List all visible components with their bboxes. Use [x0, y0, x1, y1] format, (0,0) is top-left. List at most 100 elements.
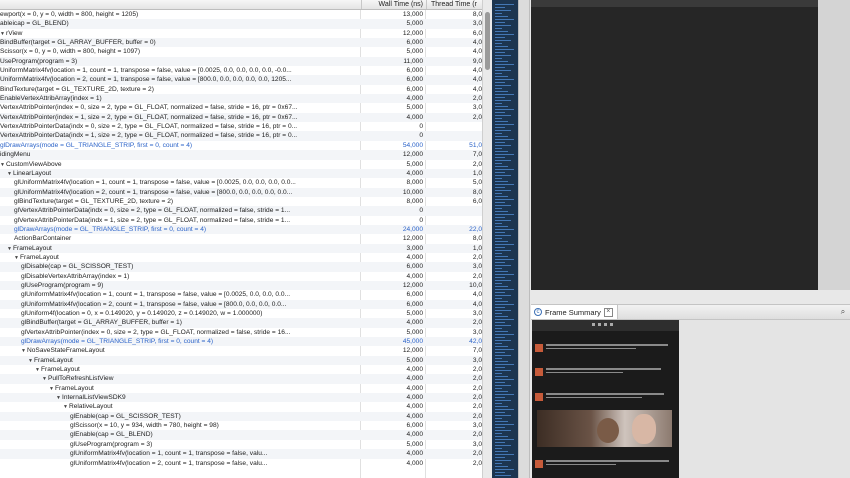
table-row[interactable]: ▼NoSaveStateFrameLayout 12,000 7,0 — [0, 346, 482, 355]
table-row[interactable]: glDrawArrays(mode = GL_TRIANGLE_STRIP, f… — [0, 141, 482, 150]
table-row[interactable]: glUniformMatrix4fv(location = 1, count =… — [0, 290, 482, 299]
minimap-line — [495, 10, 511, 11]
wall-time-column-header[interactable]: Wall Time (ns) — [361, 0, 425, 9]
table-row[interactable]: glVertexAttribPointerData(indx = 1, size… — [0, 216, 482, 225]
table-row[interactable]: VertexAttribPointer(index = 1, size = 2,… — [0, 112, 482, 123]
name-column-header[interactable] — [0, 0, 360, 9]
table-row[interactable]: glEnable(cap = GL_SCISSOR_TEST) 4,000 2,0 — [0, 411, 482, 422]
call-label: glUseProgram(program = 9) — [21, 281, 104, 289]
split-divider[interactable] — [518, 0, 530, 478]
thread-time-column-header[interactable]: Thread Time (r — [426, 0, 482, 9]
wall-time-cell: 45,000 — [402, 338, 423, 346]
call-label: UniformMatrix4fv(location = 2, count = 1… — [0, 76, 292, 84]
table-row[interactable]: glDisableVertexAttribArray(index = 1) 4,0… — [0, 272, 482, 281]
table-row[interactable]: ▼InternalListViewSDK9 4,000 2,0 — [0, 393, 482, 403]
table-row[interactable]: glDisable(cap = GL_SCISSOR_TEST) 6,000 3,0 — [0, 262, 482, 272]
table-row[interactable]: ▼FrameLayout 4,000 2,0 — [0, 253, 482, 262]
call-label: idingMenu — [0, 151, 31, 159]
thread-time-cell: 8,0 — [472, 11, 482, 18]
minimap-line — [495, 184, 514, 185]
call-label: glBindTexture(target = GL_TEXTURE_2D, te… — [14, 197, 174, 205]
minimap-line — [495, 301, 508, 302]
minimap-line — [495, 253, 502, 254]
table-row[interactable]: glUniformMatrix4fv(location = 2, count =… — [0, 459, 482, 468]
frame-preview-panel — [531, 0, 850, 290]
table-row[interactable]: ▼rView 12,000 6,0 — [0, 29, 482, 38]
table-row[interactable]: glEnable(cap = GL_BLEND) 4,000 2,0 — [0, 430, 482, 440]
scrollbar-thumb[interactable] — [485, 12, 490, 70]
thread-time-cell: 6,0 — [472, 29, 482, 37]
wall-time-cell: 0 — [419, 207, 423, 215]
minimap-line — [495, 127, 505, 128]
table-row[interactable]: glUniformMatrix4fv(location = 2, count =… — [0, 187, 482, 197]
minimap-line — [495, 190, 511, 191]
table-row[interactable]: EnableVertexAttribArray(index = 1) 4,000 2… — [0, 94, 482, 104]
call-label: glUniformMatrix4fv(location = 2, count =… — [70, 459, 268, 467]
table-row[interactable]: ableicap = GL_BLEND) 5,000 3,0 — [0, 19, 482, 29]
table-row[interactable]: glUniformMatrix4fv(location = 2, count =… — [0, 299, 482, 309]
minimap-line — [495, 271, 508, 272]
table-row[interactable]: glUseProgram(program = 9) 12,000 10,0 — [0, 280, 482, 291]
zoom-icon[interactable]: ⌕ — [838, 307, 848, 317]
wall-time-cell: 4,000 — [406, 169, 423, 177]
table-row[interactable]: glDrawArrays(mode = GL_TRIANGLE_STRIP, f… — [0, 224, 482, 235]
call-label-cell: glVertexAttribPointerData(indx = 1, size… — [0, 216, 374, 225]
table-row[interactable]: idingMenu 12,000 7,0 — [0, 150, 482, 160]
table-row[interactable]: ActionBarContainer 12,000 8,0 — [0, 234, 482, 243]
table-row[interactable]: UniformMatrix4fv(location = 1, count = 1… — [0, 66, 482, 75]
table-row[interactable]: ▼PullToRefreshListView 4,000 2,0 — [0, 374, 482, 384]
close-icon[interactable]: × — [603, 307, 613, 317]
table-row[interactable]: VertexAttribPointerData(indx = 0, size =… — [0, 122, 482, 131]
table-row[interactable]: glScissor(x = 10, y = 934, width = 780, … — [0, 421, 482, 430]
minimap-line — [495, 436, 508, 437]
thread-time-cell: 5,0 — [472, 179, 482, 187]
table-row[interactable]: glVertexAttribPointer(index = 0, size = … — [0, 328, 482, 337]
table-row[interactable]: ▼FrameLayout 3,000 1,0 — [0, 243, 482, 253]
minimap-line — [495, 292, 505, 293]
table-row[interactable]: UniformMatrix4fv(location = 2, count = 1… — [0, 75, 482, 85]
table-row[interactable]: ewport(x = 0, y = 0, width = 800, height… — [0, 10, 482, 19]
table-row[interactable]: VertexAttribPointerData(indx = 1, size =… — [0, 131, 482, 141]
table-row[interactable]: ▼FrameLayout 5,000 3,0 — [0, 355, 482, 366]
call-label: PullToRefreshListView — [48, 375, 114, 383]
minimap-line — [495, 346, 508, 347]
table-row[interactable]: BindTexture(target = GL_TEXTURE_2D, text… — [0, 85, 482, 94]
table-row[interactable]: glBindTexture(target = GL_TEXTURE_2D, te… — [0, 197, 482, 206]
table-row[interactable]: glUniformMatrix4fv(location = 1, count =… — [0, 178, 482, 187]
table-row[interactable]: Scissor(x = 0, y = 0, width = 800, heigh… — [0, 47, 482, 56]
thread-time-cell: 2,0 — [472, 272, 482, 280]
minimap-line — [495, 412, 505, 413]
table-row[interactable]: ▼RelativeLayout 4,000 2,0 — [0, 402, 482, 411]
table-row[interactable]: ▼LinearLayout 4,000 1,0 — [0, 168, 482, 179]
minimap-line — [495, 193, 502, 194]
thread-time-cell: 2,0 — [472, 253, 482, 261]
preview-toolbar — [531, 0, 818, 7]
minimap-line — [495, 394, 514, 395]
minimap-line — [495, 454, 514, 455]
tab-frame-summary[interactable]: c Frame Summary × — [531, 305, 618, 319]
table-row[interactable]: BindBuffer(target = GL_ARRAY_BUFFER, buf… — [0, 38, 482, 48]
minimap-line — [495, 241, 508, 242]
minimap-line — [495, 88, 502, 89]
minimap-line — [495, 328, 502, 329]
call-label-cell: glUniformMatrix4fv(location = 2, count =… — [0, 188, 374, 197]
table-row[interactable]: glBindBuffer(target = GL_ARRAY_BUFFER, b… — [0, 318, 482, 328]
minimap-line — [495, 85, 511, 86]
table-row[interactable]: glUniform4f(location = 0, x = 0.149020, … — [0, 309, 482, 318]
minimap-line — [495, 25, 511, 26]
table-row[interactable]: glUniformMatrix4fv(location = 1, count =… — [0, 449, 482, 459]
minimap-line — [495, 28, 502, 29]
table-row[interactable]: VertexAttribPointer(index = 0, size = 2,… — [0, 103, 482, 112]
minimap-line — [495, 148, 502, 149]
table-row[interactable]: glVertexAttribPointerData(indx = 0, size… — [0, 206, 482, 216]
table-row[interactable]: ▼FrameLayout 4,000 2,0 — [0, 384, 482, 393]
table-row[interactable]: UseProgram(program = 3) 11,000 9,0 — [0, 56, 482, 67]
minimap-line — [495, 181, 508, 182]
table-row[interactable]: glDrawArrays(mode = GL_TRIANGLE_STRIP, f… — [0, 337, 482, 347]
table-row[interactable]: glUseProgram(program = 3) 5,000 3,0 — [0, 440, 482, 449]
minimap-line — [495, 400, 511, 401]
timeline-minimap[interactable] — [492, 0, 518, 478]
table-row[interactable]: ▼CustomViewAbove 5,000 2,0 — [0, 160, 482, 169]
call-label-cell: glDisable(cap = GL_SCISSOR_TEST) — [0, 262, 381, 271]
table-row[interactable]: ▼FrameLayout 4,000 2,0 — [0, 365, 482, 374]
